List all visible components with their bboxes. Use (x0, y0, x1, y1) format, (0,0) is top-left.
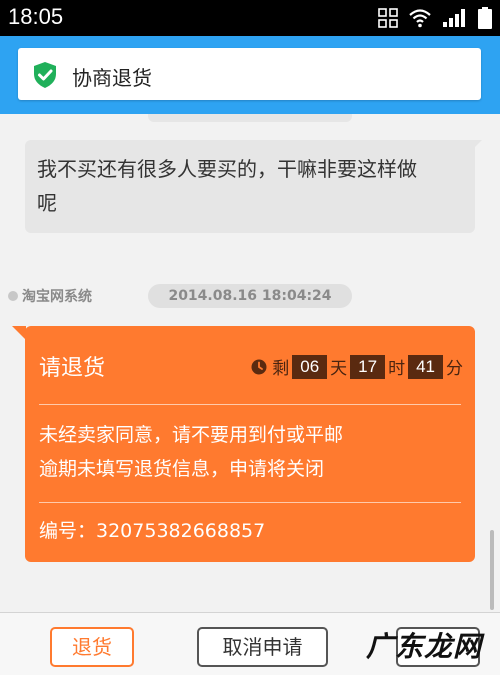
status-icons (378, 6, 492, 30)
clock-icon (251, 359, 267, 374)
cancel-request-button[interactable]: 取消申请 (197, 627, 328, 667)
page-title: 协商退货 (72, 66, 152, 90)
countdown-day-unit: 天 (330, 359, 348, 379)
divider (39, 502, 461, 503)
message-text-line2: 呢 (37, 191, 57, 215)
message-bubble: 我不买还有很多人要买的，干嘛非要这样做 呢 (25, 140, 475, 233)
countdown-hours: 17 (350, 354, 386, 379)
notice-line2: 逾期未填写退货信息，申请将关闭 (39, 458, 325, 480)
return-notice: 未经卖家同意，请不要用到付或平邮 逾期未填写退货信息，申请将关闭 (39, 418, 343, 486)
card-title: 请退货 (39, 356, 106, 381)
countdown-minute-unit: 分 (446, 359, 463, 379)
battery-icon (478, 7, 492, 29)
status-time: 18:05 (8, 4, 64, 29)
order-number: 编号：32075382668857 (39, 520, 266, 542)
system-sender: 淘宝网系统 (8, 284, 92, 308)
status-bar: 18:05 (0, 0, 500, 36)
return-request-card: 请退货 剩 06 天 17 时 41 分 未经卖家同意，请不要用到付或平邮 逾期… (25, 326, 475, 562)
wifi-icon (409, 9, 431, 28)
title-card: 协商退货 (18, 48, 481, 100)
grid-icon (378, 8, 398, 28)
divider (39, 404, 461, 405)
shield-check-icon (34, 62, 56, 88)
signal-icon (443, 9, 465, 27)
notice-line1: 未经卖家同意，请不要用到付或平邮 (39, 424, 344, 446)
avatar (8, 291, 18, 301)
message-timestamp: 2014.08.16 18:04:24 (148, 284, 352, 308)
countdown-days: 06 (292, 354, 328, 379)
order-card-tail (12, 326, 26, 340)
countdown-timer: 剩 06 天 17 时 41 分 (251, 354, 463, 379)
system-sender-name: 淘宝网系统 (22, 289, 92, 305)
countdown-hour-unit: 时 (388, 359, 406, 379)
countdown-prefix: 剩 (272, 359, 290, 379)
countdown-minutes: 41 (408, 354, 443, 379)
watermark: 广东龙网 (366, 630, 483, 663)
return-button[interactable]: 退货 (50, 627, 134, 667)
previous-message-bubble (148, 114, 352, 122)
scrollbar[interactable] (490, 530, 494, 610)
message-text-line1: 我不买还有很多人要买的，干嘛非要这样做 (37, 157, 417, 181)
